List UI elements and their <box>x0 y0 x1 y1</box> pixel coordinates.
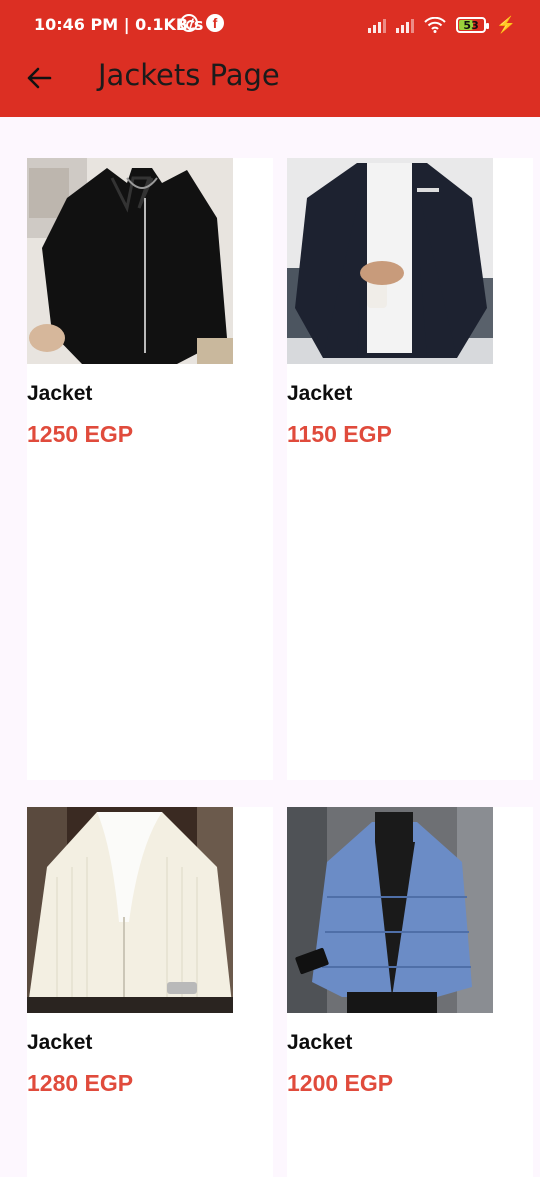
product-price: 1200 EGP <box>287 1070 394 1096</box>
signal-icon <box>368 17 387 33</box>
product-name: Jacket <box>27 1031 93 1054</box>
cream-knit-zip-jacket-photo[interactable] <box>27 807 233 1013</box>
battery-icon: 53 <box>456 17 490 33</box>
blue-puffer-jacket-photo[interactable] <box>287 807 493 1013</box>
product-price: 1250 EGP <box>27 421 134 447</box>
product-card[interactable]: Jacket 1280 EGP <box>27 807 273 1177</box>
product-price: 1150 EGP <box>287 421 392 447</box>
whatsapp-icon <box>180 14 198 32</box>
product-name: Jacket <box>287 382 353 405</box>
facebook-icon: f <box>206 14 224 32</box>
product-name: Jacket <box>287 1031 353 1054</box>
arrow-left-icon[interactable] <box>22 60 56 96</box>
status-time: 10:46 PM | 0.1KB/s <box>34 15 204 34</box>
black-hooded-jacket-photo[interactable] <box>27 158 233 364</box>
status-indicators: 53 ⚡ <box>368 15 516 35</box>
battery-level: 53 <box>463 18 479 32</box>
product-name: Jacket <box>27 382 93 405</box>
signal-icon-2 <box>396 17 415 33</box>
charging-icon: ⚡ <box>496 17 516 34</box>
notification-icons: f <box>180 14 224 32</box>
product-card[interactable]: Jacket 1150 EGP <box>287 158 533 780</box>
product-price: 1280 EGP <box>27 1070 134 1096</box>
product-card[interactable]: Jacket 1250 EGP <box>27 158 273 780</box>
app-bar: 10:46 PM | 0.1KB/s f 53 ⚡ Jackets Page <box>0 0 540 117</box>
page-title: Jackets Page <box>98 58 280 92</box>
wifi-icon <box>424 17 446 33</box>
black-fleece-jacket-photo[interactable] <box>287 158 493 364</box>
product-card[interactable]: Jacket 1200 EGP <box>287 807 533 1177</box>
